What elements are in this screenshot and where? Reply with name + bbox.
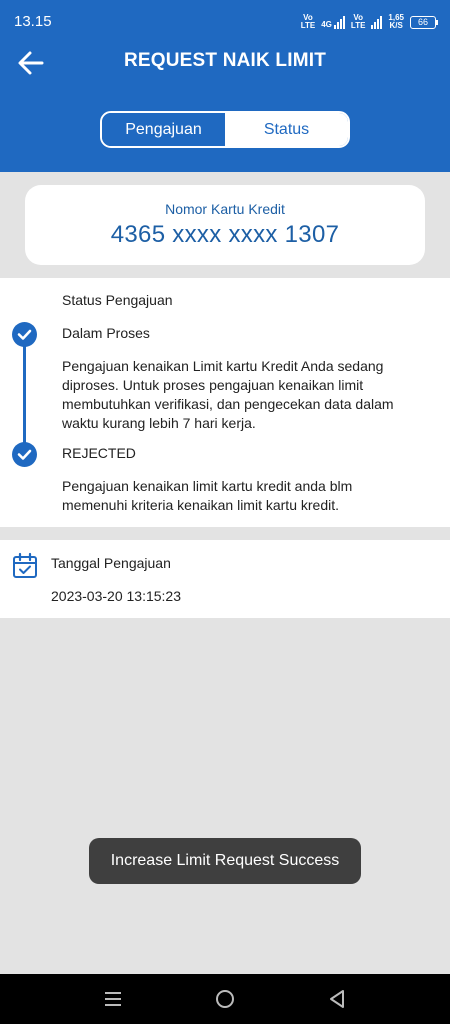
step-title: REJECTED [62,445,136,461]
home-circle-icon [216,990,234,1008]
check-circle-icon [12,322,37,347]
card-number: 4365 xxxx xxxx 1307 [110,221,340,248]
check-circle-icon [12,442,37,467]
tab-status[interactable]: Status [225,113,348,146]
page-title: REQUEST NAIK LIMIT [123,50,327,71]
card-number-label: Nomor Kartu Kredit [165,201,285,217]
timeline-line [23,333,26,455]
volte-icon: Vo LTE [300,13,316,30]
nav-home-button[interactable] [211,985,239,1013]
status-heading: Status Pengajuan [62,292,173,308]
toast-message: Increase Limit Request Success [89,838,361,884]
system-nav-bar [0,974,450,1024]
app-header: 13.15 Vo LTE 4G Vo LTE 1,65 K/S 66 REQUE… [0,0,450,172]
menu-icon [105,992,121,1006]
triangle-back-icon [330,990,344,1008]
step-description: Pengajuan kenaikan Limit kartu Kredit An… [62,358,394,431]
volte-icon-2: Vo LTE [350,13,366,30]
nav-menu-button[interactable] [99,985,127,1013]
signal-bars-icon [371,15,383,29]
signal-4g-icon: 4G [321,15,345,29]
card-number-box: Nomor Kartu Kredit 4365 xxxx xxxx 1307 [25,185,425,265]
battery-icon: 66 [410,15,438,29]
status-bar: 13.15 Vo LTE 4G Vo LTE 1,65 K/S 66 [0,0,450,44]
network-speed: 1,65 K/S [388,13,404,30]
step-description: Pengajuan kenaikan limit kartu kredit an… [62,478,353,513]
status-panel: Status Pengajuan Dalam Proses Pengajuan … [0,278,450,527]
submission-date-value: 2023-03-20 13:15:23 [51,588,181,604]
step-title: Dalam Proses [62,325,150,341]
submission-date-label: Tanggal Pengajuan [51,555,171,571]
tab-switcher: Pengajuan Status [100,111,350,148]
system-icons: Vo LTE 4G Vo LTE 1,65 K/S 66 [300,12,438,32]
nav-back-button[interactable] [323,985,351,1013]
calendar-check-icon [13,552,37,578]
submission-date-panel: Tanggal Pengajuan 2023-03-20 13:15:23 [0,540,450,618]
status-time: 13.15 [14,13,52,30]
tab-pengajuan[interactable]: Pengajuan [102,113,225,146]
